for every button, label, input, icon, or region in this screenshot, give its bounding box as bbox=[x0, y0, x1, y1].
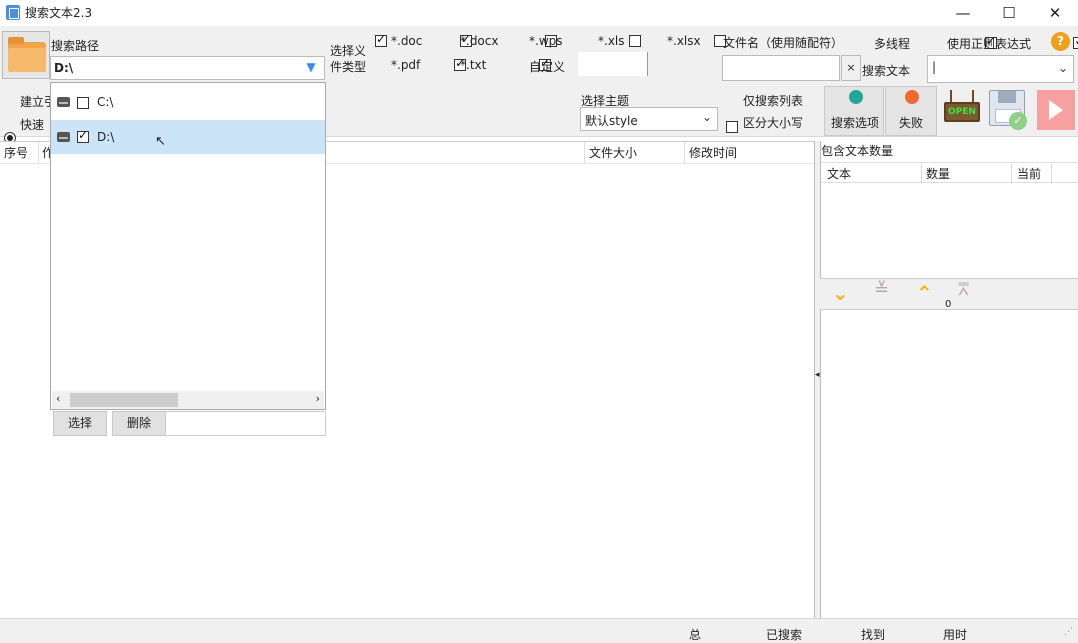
text-count-panel: 包含文本数量 文本 数量 当前 bbox=[820, 141, 1078, 618]
drive-d-checkbox[interactable] bbox=[77, 128, 89, 143]
col-mtime-header[interactable]: 修改时间 bbox=[689, 144, 737, 161]
cursor-icon: ↖ bbox=[155, 134, 166, 149]
drive-icon bbox=[57, 97, 70, 107]
failed-label: 失败 bbox=[899, 116, 924, 130]
case-sensitive-label: 区分大小写 bbox=[743, 116, 804, 130]
close-icon[interactable]: ✕ bbox=[1032, 0, 1078, 26]
maximize-icon[interactable]: ☐ bbox=[986, 0, 1032, 26]
search-text-label: 搜索文本 bbox=[862, 64, 911, 78]
status-time: 用时 bbox=[943, 628, 968, 642]
previous-arrow-icon[interactable]: ⌃ bbox=[916, 281, 933, 305]
theme-chevron-icon[interactable]: ⌄ bbox=[702, 110, 712, 124]
docx-label: *.docx bbox=[460, 34, 499, 48]
window-title: 搜索文本2.3 bbox=[25, 6, 93, 20]
start-search-button[interactable] bbox=[1037, 90, 1075, 130]
xls-checkbox[interactable] bbox=[629, 35, 642, 47]
col-current-header[interactable]: 当前 bbox=[1017, 165, 1041, 182]
open-file-button[interactable]: OPEN bbox=[942, 90, 982, 130]
search-options-label: 搜索选项 bbox=[831, 116, 880, 130]
status-total: 总 bbox=[689, 628, 702, 642]
search-text-value: | bbox=[932, 60, 937, 74]
tree-item-d[interactable]: D:\ ↖ bbox=[51, 120, 325, 154]
title-bar: 搜索文本2.3 — ☐ ✕ bbox=[0, 0, 1078, 26]
search-text-chevron-icon[interactable]: ⌄ bbox=[1058, 61, 1068, 75]
text-count-title: 包含文本数量 bbox=[821, 144, 894, 158]
navigation-arrow-bar: ⌄ ≚ ⌃ ⩞ 0 bbox=[820, 278, 1078, 310]
col-separator bbox=[38, 142, 39, 163]
search-text-input[interactable]: | bbox=[927, 55, 1074, 83]
help-icon[interactable]: ? bbox=[1051, 32, 1070, 51]
status-searched: 已搜索 bbox=[766, 628, 803, 642]
drive-c-label: C:\ bbox=[97, 95, 114, 109]
wps-label: *.wps bbox=[529, 34, 563, 48]
browse-folder-button[interactable] bbox=[2, 31, 50, 79]
search-path-input[interactable]: D:\ bbox=[50, 56, 325, 80]
path-dropdown-panel: C:\ D:\ ↖ bbox=[50, 82, 326, 410]
custom-ext-input[interactable] bbox=[578, 52, 648, 76]
file-type-label-line1: 选择义 bbox=[330, 44, 367, 58]
last-arrow-icon[interactable]: ≚ bbox=[874, 279, 889, 300]
pdf-label: *.pdf bbox=[391, 58, 421, 72]
save-button[interactable]: ✓ bbox=[989, 90, 1029, 132]
scroll-right-icon[interactable]: › bbox=[316, 392, 320, 405]
next-arrow-icon[interactable]: ⌄ bbox=[832, 281, 849, 305]
theme-value: 默认style bbox=[585, 114, 638, 128]
only-index-checkbox[interactable] bbox=[726, 121, 738, 133]
path-dropdown-arrow-icon[interactable]: ▼ bbox=[302, 60, 320, 74]
xlsx-label: *.xlsx bbox=[667, 34, 701, 48]
path-button-bar-filler bbox=[166, 411, 326, 436]
search-path-label: 搜索路径 bbox=[51, 39, 100, 53]
col-count-header[interactable]: 数量 bbox=[926, 165, 950, 182]
splitter-grip-label[interactable]: 0 bbox=[945, 299, 951, 310]
multithread-label: 多线程 bbox=[874, 37, 911, 51]
open-sign-icon: OPEN bbox=[944, 102, 980, 122]
file-type-label-line2: 件类型 bbox=[330, 60, 367, 74]
filename-input[interactable] bbox=[722, 55, 840, 81]
col-size-header[interactable]: 文件大小 bbox=[589, 144, 637, 161]
drive-d-label: D:\ bbox=[97, 130, 115, 144]
minimize-icon[interactable]: — bbox=[940, 0, 986, 26]
check-badge-icon: ✓ bbox=[1009, 112, 1027, 130]
col-index-header[interactable]: 序号 bbox=[4, 144, 28, 161]
status-found: 找到 bbox=[861, 628, 886, 642]
app-icon bbox=[6, 5, 20, 20]
select-path-button[interactable]: 选择 bbox=[53, 411, 107, 436]
txt-label: *.txt bbox=[460, 58, 487, 72]
splitter-grip-icon[interactable]: ◂ bbox=[815, 370, 820, 380]
filename-label: 文件名（使用随配符） bbox=[723, 36, 844, 50]
play-icon bbox=[1049, 100, 1063, 120]
col-separator bbox=[684, 142, 685, 163]
search-options-icon bbox=[849, 90, 863, 104]
custom-label: 自定义 bbox=[529, 60, 566, 74]
col-separator bbox=[584, 142, 585, 163]
doc-label: *.doc bbox=[391, 34, 423, 48]
status-bar: 总 已搜索 找到 用时 ⋰ bbox=[0, 618, 1078, 643]
delete-path-button[interactable]: 删除 bbox=[112, 411, 166, 436]
failed-button[interactable]: 失败 bbox=[885, 86, 937, 136]
resize-grip-icon[interactable]: ⋰ bbox=[1064, 627, 1073, 637]
doc-checkbox[interactable] bbox=[375, 32, 387, 47]
theme-select[interactable]: 默认style bbox=[580, 107, 718, 131]
search-options-button[interactable]: 搜索选项 bbox=[824, 86, 884, 136]
regex-checkbox[interactable] bbox=[1073, 34, 1078, 49]
folder-icon bbox=[8, 37, 46, 72]
drive-c-checkbox[interactable] bbox=[77, 97, 89, 109]
drive-icon bbox=[57, 132, 70, 142]
xls-label: *.xls bbox=[598, 34, 625, 48]
scroll-left-icon[interactable]: ‹ bbox=[56, 392, 60, 405]
regex-label: 使用正则表达式 bbox=[947, 37, 1032, 51]
failed-icon bbox=[905, 90, 919, 104]
only-index-label: 仅搜索列表 bbox=[743, 94, 804, 108]
first-arrow-icon[interactable]: ⩞ bbox=[958, 279, 969, 300]
fast-label: 快速 bbox=[20, 118, 45, 132]
scrollbar-thumb[interactable] bbox=[70, 393, 178, 407]
clear-filename-icon[interactable]: × bbox=[841, 55, 861, 81]
tree-item-c[interactable]: C:\ bbox=[51, 85, 325, 119]
col-text-header[interactable]: 文本 bbox=[827, 165, 851, 182]
